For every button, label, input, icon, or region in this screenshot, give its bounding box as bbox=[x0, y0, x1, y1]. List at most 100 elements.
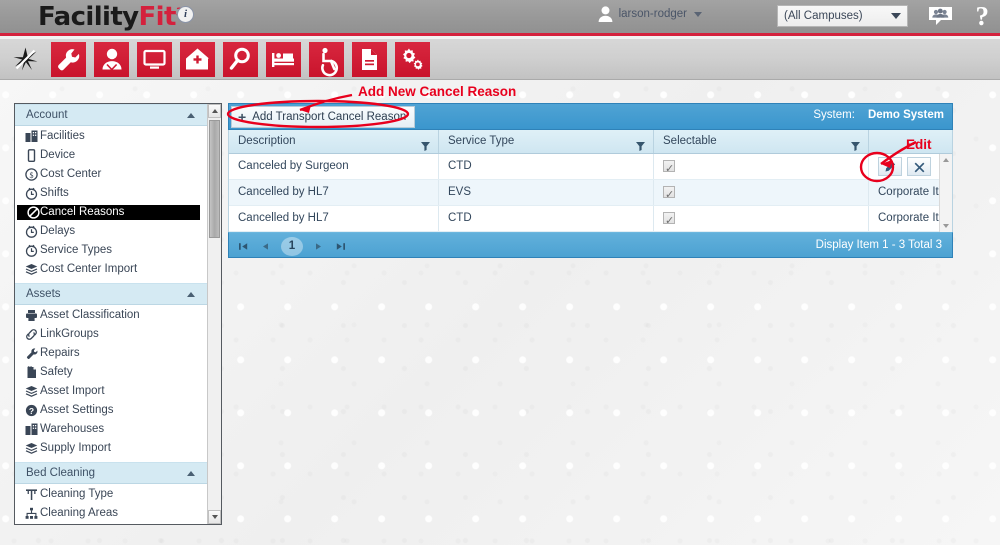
grid-scroll-down-button[interactable] bbox=[940, 220, 952, 232]
cell-service-type: EVS bbox=[439, 180, 654, 205]
table-row[interactable]: Canceled by Surgeon CTD bbox=[229, 154, 952, 180]
sidebar-scrollbar[interactable] bbox=[207, 104, 221, 524]
sidebar-item-label: Cleaning Areas bbox=[40, 507, 118, 519]
sidebar-item-label: Supply Import bbox=[40, 442, 111, 454]
broom-icon bbox=[25, 488, 38, 501]
selectable-checkbox bbox=[663, 157, 675, 179]
person-icon-button[interactable] bbox=[94, 42, 129, 77]
sidebar-item-asset-classification[interactable]: Asset Classification bbox=[15, 308, 209, 323]
settings-gears-icon-button[interactable] bbox=[395, 42, 430, 77]
help-button[interactable]: ? bbox=[976, 1, 990, 32]
edit-row-button[interactable] bbox=[878, 157, 902, 176]
sidebar-item-label: Repairs bbox=[40, 347, 80, 359]
sidebar-group-header-account[interactable]: Account bbox=[15, 104, 209, 126]
sidebar-item-repairs[interactable]: Repairs bbox=[15, 346, 209, 361]
sidebar-group-label: Bed Cleaning bbox=[26, 467, 96, 479]
avatar-icon bbox=[598, 6, 613, 22]
chevron-down-icon bbox=[212, 515, 218, 519]
sidebar-item-label: Asset Import bbox=[40, 385, 105, 397]
next-page-icon[interactable] bbox=[312, 240, 325, 253]
sidebar-item-safety[interactable]: Safety bbox=[15, 365, 209, 380]
sidebar-item-asset-import[interactable]: Asset Import bbox=[15, 384, 209, 399]
printer-icon bbox=[25, 309, 38, 322]
column-header-service-type[interactable]: Service Type bbox=[439, 130, 654, 153]
sidebar-item-facilities[interactable]: Facilities bbox=[15, 129, 209, 144]
grid-pager: 1 bbox=[237, 233, 347, 259]
delete-row-button[interactable] bbox=[907, 157, 931, 176]
search-icon-button[interactable] bbox=[223, 42, 258, 77]
clock-icon bbox=[25, 244, 38, 257]
sidebar-item-cleaning-type[interactable]: Cleaning Type bbox=[15, 487, 209, 502]
column-header-selectable[interactable]: Selectable bbox=[654, 130, 869, 153]
building-icon bbox=[25, 130, 38, 143]
hierarchy-icon bbox=[25, 507, 38, 520]
sidebar-item-label: Device bbox=[40, 149, 76, 161]
first-page-icon[interactable] bbox=[237, 240, 250, 253]
display-count-label: Display Item 1 - 3 Total 3 bbox=[815, 239, 942, 251]
wrench-icon-button[interactable] bbox=[51, 42, 86, 77]
clock-icon bbox=[25, 225, 38, 238]
grid-scroll-up-button[interactable] bbox=[940, 154, 952, 166]
sidebar-item-label: Cleaning Type bbox=[40, 488, 114, 500]
chevron-up-icon bbox=[187, 471, 195, 476]
navigate-icon-button[interactable] bbox=[8, 42, 43, 77]
sidebar-item-label: Delays bbox=[40, 225, 76, 237]
cell-description: Canceled by Surgeon bbox=[229, 154, 439, 179]
bed-icon-button[interactable] bbox=[266, 42, 301, 77]
sidebar-item-cost-center-import[interactable]: Cost Center Import bbox=[15, 262, 209, 277]
table-row[interactable]: Cancelled by HL7EVSCorporate Item bbox=[229, 180, 952, 206]
info-icon[interactable]: i bbox=[177, 6, 194, 23]
stack-icon bbox=[25, 263, 38, 276]
sidebar-item-cost-center[interactable]: $ Cost Center bbox=[15, 167, 209, 182]
sidebar-item-warehouses[interactable]: Warehouses bbox=[15, 422, 209, 437]
sidebar-group-items: Facilities Device $ Cost Center Shifts Cancel… bbox=[15, 126, 209, 283]
sidebar-item-supply-import[interactable]: Supply Import bbox=[15, 441, 209, 456]
sidebar-item-asset-settings[interactable]: ? Asset Settings bbox=[15, 403, 209, 418]
sidebar-item-label: Asset Settings bbox=[40, 404, 114, 416]
app-logo: FacilityFit3® bbox=[38, 2, 192, 32]
system-indicator: System: Demo System bbox=[813, 109, 944, 121]
sidebar-item-linkgroups[interactable]: LinkGroups bbox=[15, 327, 209, 342]
scroll-down-button[interactable] bbox=[208, 510, 221, 524]
grid-vertical-scrollbar[interactable] bbox=[939, 154, 952, 232]
campus-select[interactable]: (All Campuses) bbox=[777, 5, 908, 27]
sidebar-item-cancel-reasons[interactable]: Cancel Reasons bbox=[17, 205, 200, 220]
sidebar-scroll-thumb[interactable] bbox=[209, 120, 220, 238]
sidebar-item-service-types[interactable]: Service Types bbox=[15, 243, 209, 258]
sidebar-item-shifts[interactable]: Shifts bbox=[15, 186, 209, 201]
user-menu[interactable]: larson-rodger bbox=[598, 6, 702, 22]
prev-page-icon[interactable] bbox=[259, 240, 272, 253]
dollar-icon: $ bbox=[25, 168, 38, 181]
sidebar-item-label: Shifts bbox=[40, 187, 69, 199]
sidebar-item-label: Cost Center bbox=[40, 168, 102, 180]
column-header-label: Description bbox=[238, 135, 296, 147]
sidebar-group-header-assets[interactable]: Assets bbox=[15, 283, 209, 305]
last-page-icon[interactable] bbox=[334, 240, 347, 253]
sidebar-item-device[interactable]: Device bbox=[15, 148, 209, 163]
chat-users-icon[interactable] bbox=[928, 6, 953, 27]
sidebar-item-cleaning-areas[interactable]: Cleaning Areas bbox=[15, 506, 209, 521]
wheelchair-icon-button[interactable] bbox=[309, 42, 344, 77]
current-page-number[interactable]: 1 bbox=[281, 236, 303, 256]
cell-description: Cancelled by HL7 bbox=[229, 180, 439, 205]
sidebar-group-header-bed-cleaning[interactable]: Bed Cleaning bbox=[15, 462, 209, 484]
cell-service-type: CTD bbox=[439, 154, 654, 179]
table-row[interactable]: Cancelled by HL7CTDCorporate Item bbox=[229, 206, 952, 232]
column-header-label: Service Type bbox=[448, 135, 515, 147]
add-button-label: Add Transport Cancel Reason bbox=[252, 111, 407, 123]
sidebar-item-delays[interactable]: Delays bbox=[15, 224, 209, 239]
stack-icon bbox=[25, 385, 38, 398]
home-plus-icon-button[interactable] bbox=[180, 42, 215, 77]
add-transport-cancel-reason-button[interactable]: + Add Transport Cancel Reason bbox=[231, 106, 416, 128]
monitor-icon-button[interactable] bbox=[137, 42, 172, 77]
grid-rows-container: Canceled by SurgeonCTDCancelled by HL7EV… bbox=[229, 154, 952, 232]
user-name-label: larson-rodger bbox=[618, 8, 687, 20]
building-icon bbox=[25, 423, 38, 436]
scroll-up-button[interactable] bbox=[208, 104, 221, 118]
column-header-description[interactable]: Description bbox=[229, 130, 439, 153]
campus-select-value: (All Campuses) bbox=[784, 10, 863, 22]
chevron-up-icon bbox=[187, 113, 195, 118]
document-icon-button[interactable] bbox=[352, 42, 387, 77]
plus-icon: + bbox=[238, 109, 247, 125]
sidebar-group-items: Cleaning TypeCleaning AreasBed Stat Layo… bbox=[15, 484, 209, 524]
